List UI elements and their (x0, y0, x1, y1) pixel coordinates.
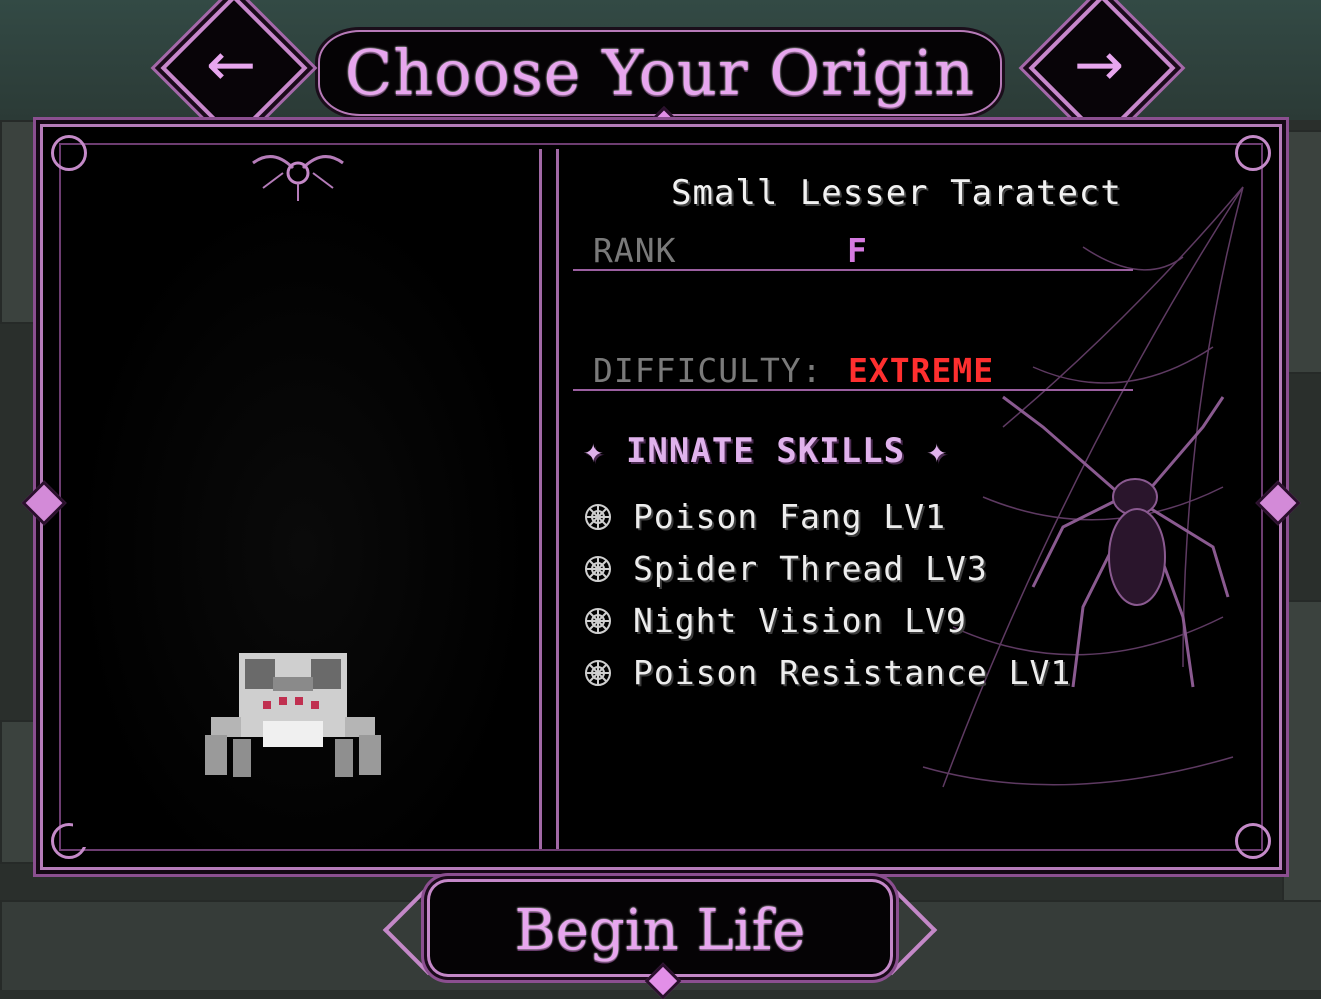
origin-panel: Small Lesser Taratect RANK F DIFFICULTY:… (21, 124, 1301, 870)
spiderweb-icon (585, 608, 611, 634)
spider-model (205, 653, 381, 777)
spiderweb-icon (585, 660, 611, 686)
skill-label: Poison Resistance LV1 (633, 653, 1072, 692)
skill-item: Night Vision LV9 (583, 601, 967, 640)
skill-item: Poison Resistance LV1 (583, 653, 1071, 692)
rank-underline (573, 269, 1133, 271)
innate-skills-heading: ✦ INNATE SKILLS ✦ (583, 431, 948, 471)
skill-item: Poison Fang LV1 (583, 497, 946, 536)
skill-label: Spider Thread LV3 (633, 549, 988, 588)
corner-ornament (51, 135, 87, 171)
skill-label: Poison Fang LV1 (633, 497, 947, 536)
corner-ornament (1235, 135, 1271, 171)
title-banner: Choose Your Origin (320, 20, 1000, 146)
spider-crest-icon (252, 155, 344, 201)
spiderweb-icon (585, 504, 611, 530)
corner-ornament (1235, 823, 1271, 859)
begin-life-label: Begin Life (514, 898, 806, 963)
spiderweb-icon (585, 556, 611, 582)
page-title: Choose Your Origin (344, 36, 976, 109)
rank-value: F (847, 231, 867, 270)
begin-life-button[interactable]: Begin Life (430, 882, 890, 974)
skill-item: Spider Thread LV3 (583, 549, 988, 588)
begin-life-area: Begin Life (360, 868, 960, 999)
origin-name: Small Lesser Taratect (671, 173, 1122, 213)
skill-label: Night Vision LV9 (633, 601, 967, 640)
difficulty-underline (573, 389, 1133, 391)
panel-divider (539, 149, 559, 849)
rank-label: RANK (593, 231, 677, 270)
difficulty-value: EXTREME (848, 351, 995, 390)
difficulty-label: DIFFICULTY: (593, 351, 823, 390)
